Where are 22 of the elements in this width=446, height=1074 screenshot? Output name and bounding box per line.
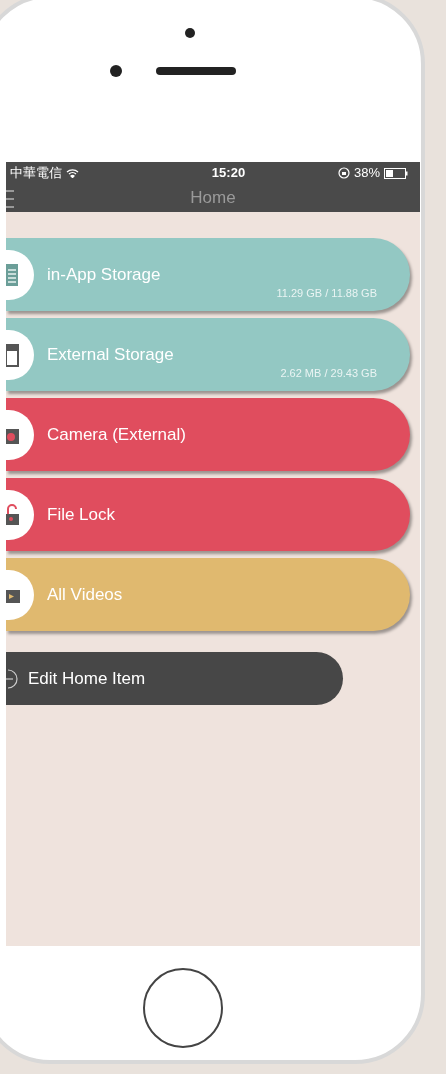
menu-icon[interactable] xyxy=(6,190,14,208)
item-label: External Storage xyxy=(47,343,174,366)
item-label: Camera (External) xyxy=(47,423,186,446)
minus-circle-icon xyxy=(6,668,18,689)
edit-home-item-button[interactable]: Edit Home Item xyxy=(6,652,343,705)
storage-usage-text: 2.62 MB / 29.43 GB xyxy=(280,365,377,381)
storage-usage-text: 11.29 GB / 11.88 GB xyxy=(276,285,377,301)
item-label: in-App Storage xyxy=(47,263,161,286)
battery-text: 38% xyxy=(353,164,380,183)
padlock-icon xyxy=(6,501,20,528)
document-icon xyxy=(6,261,20,288)
battery-icon xyxy=(384,167,408,179)
memory-card-icon xyxy=(6,341,20,368)
item-label: All Videos xyxy=(47,583,123,606)
clock-text: 15:20 xyxy=(211,164,246,183)
carrier-text: 中華電信 xyxy=(10,164,62,183)
home-menu-item[interactable]: File Lock xyxy=(6,478,410,551)
screen-title: Home xyxy=(190,187,236,210)
orientation-lock-icon xyxy=(337,167,350,179)
item-label: File Lock xyxy=(47,503,116,526)
wifi-icon xyxy=(66,168,79,178)
home-menu-item[interactable]: Camera (External) xyxy=(6,398,410,471)
